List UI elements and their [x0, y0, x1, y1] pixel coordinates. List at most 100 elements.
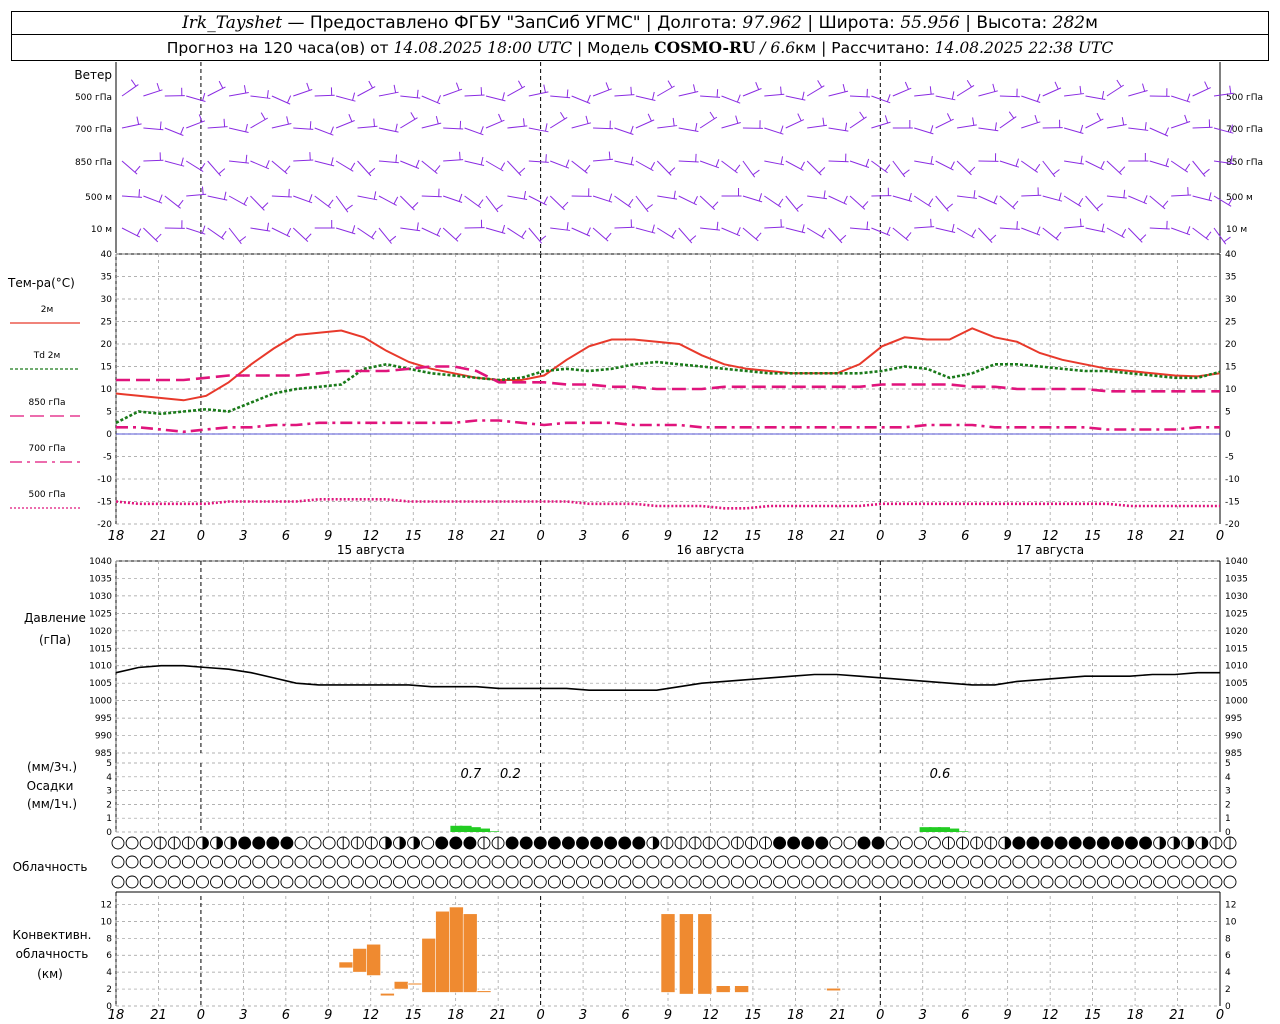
wind-barb-shaft [849, 195, 866, 210]
cloud-circle [913, 836, 927, 850]
cloud-circle [590, 855, 604, 869]
cloud-cover-icon [984, 875, 998, 889]
wind-barb-flag [1055, 231, 1062, 239]
wind-barb-flag [345, 204, 353, 211]
cloud-circle [632, 855, 646, 869]
cloud-cover-icon [716, 855, 730, 869]
hour-tick-label: 9 [664, 529, 672, 544]
cloud-circle [181, 875, 195, 889]
precip-ytick-right: 3 [1225, 787, 1231, 797]
hour-tick-label-bottom: 21 [1169, 1008, 1186, 1023]
hour-tick-label: 21 [150, 529, 167, 544]
conv-cloud-bar [734, 985, 749, 993]
hour-tick-label-bottom: 12 [1042, 1008, 1059, 1023]
wind-barb-flag [736, 227, 741, 235]
conv-ytick-right: 8 [1225, 934, 1231, 944]
cloud-cover-icon [519, 836, 533, 850]
cloud-circle [927, 836, 941, 850]
cloud-cover-icon [1096, 875, 1110, 889]
wind-barb-flag [839, 234, 847, 242]
wind-barb-flag [843, 195, 848, 204]
cloud-cover-icon [843, 875, 857, 889]
wind-barb-shaft [999, 195, 1016, 210]
hour-tick-label: 3 [579, 529, 587, 544]
wind-barb-flag [586, 94, 591, 103]
temp-ytick-right: -10 [1225, 475, 1240, 485]
cloud-cover-icon [1181, 875, 1195, 889]
cloud-cover-icon [1181, 836, 1195, 850]
cloud-cover-icon [1153, 875, 1167, 889]
cloud-circle [871, 875, 885, 889]
wind-barb-flag [709, 111, 715, 120]
cloud-cover-icon [730, 836, 744, 850]
wind-barb-flag [1079, 124, 1084, 133]
cloud-cover-icon [139, 875, 153, 889]
temp-ytick-left: 35 [101, 273, 112, 283]
cloud-circle [1167, 855, 1181, 869]
cloud-cover-icon [519, 855, 533, 869]
wind-barb-flag [647, 113, 652, 122]
cloud-cover-icon [1167, 836, 1181, 850]
hour-tick-label-bottom: 9 [664, 1008, 672, 1023]
wind-barb-flag [585, 115, 589, 124]
pressure-ytick-left: 1035 [89, 574, 112, 584]
wind-barb-flag [545, 154, 547, 163]
cloud-circle [378, 855, 392, 869]
cloud-cover-icon [1139, 855, 1152, 869]
temp-ytick-left: 20 [101, 340, 113, 350]
conv-ytick-left: 2 [106, 985, 112, 995]
hour-tick-label: 3 [239, 529, 247, 544]
wind-level-label-left: 500 гПа [75, 93, 112, 103]
hour-tick-label-bottom: 15 [1084, 1008, 1101, 1023]
cloud-cover-icon [604, 836, 618, 850]
wind-barb-flag [886, 226, 891, 235]
wind-barb-flag [755, 232, 762, 240]
wind-barb-flag [243, 85, 247, 94]
hour-tick-label-bottom: 0 [536, 1008, 544, 1023]
conv-cloud-bar [352, 948, 368, 973]
cloud-cover-icon [1068, 855, 1082, 869]
cloud-circle [561, 855, 575, 869]
day-label: 16 августа [677, 543, 745, 557]
wind-barb-flag [566, 222, 569, 231]
cloud-cover-icon [196, 836, 209, 850]
cloud-fill-full [463, 837, 476, 849]
conv-ytick-right: 4 [1225, 968, 1231, 978]
cloud-cover-icon [970, 836, 984, 850]
cloud-cover-icon [1195, 855, 1209, 869]
wind-barb-flag [393, 84, 397, 93]
cloud-cover-icon [266, 836, 280, 850]
hour-tick-label-bottom: 15 [745, 1008, 762, 1023]
cloud-cover-icon [1110, 875, 1124, 889]
cloud-cover-icon [956, 855, 970, 869]
pressure-ytick-right: 1040 [1225, 557, 1248, 567]
wind-barb-shaft [978, 227, 993, 243]
wind-barb-flag [306, 82, 310, 91]
wind-barb-flag [260, 112, 266, 120]
cloud-fill-full [1041, 837, 1054, 849]
wind-barb-flag [261, 202, 269, 209]
precip-ytick-right: 2 [1225, 800, 1231, 810]
cloud-cover-icon [815, 855, 829, 869]
cloud-circle [787, 855, 801, 869]
wind-barb-flag [716, 89, 719, 98]
hour-tick-label-bottom: 3 [239, 1008, 247, 1023]
wind-barb-shaft [742, 227, 759, 242]
wind-barb-flag [266, 90, 269, 99]
hour-tick-label-bottom: 3 [919, 1008, 927, 1023]
pressure-ytick-left: 1005 [89, 679, 112, 689]
wind-barb-flag [755, 82, 760, 90]
temp-ytick-right: 20 [1225, 340, 1237, 350]
wind-barb-flag [159, 121, 162, 130]
precip-unit-3h: (мм/3ч.) [27, 760, 77, 774]
cloud-cover-icon [252, 836, 266, 850]
cloud-cover-icon [1125, 836, 1138, 850]
cloud-fill-half [399, 837, 406, 849]
conv-ytick-left: 8 [106, 934, 112, 944]
cloud-cover-icon [1068, 875, 1082, 889]
cloud-circle [364, 875, 378, 889]
cloud-fill-full [618, 837, 631, 849]
cloud-cover-icon [505, 855, 519, 869]
wind-panel-title: Ветер [74, 68, 112, 82]
cloud-cover-icon [1125, 875, 1138, 889]
